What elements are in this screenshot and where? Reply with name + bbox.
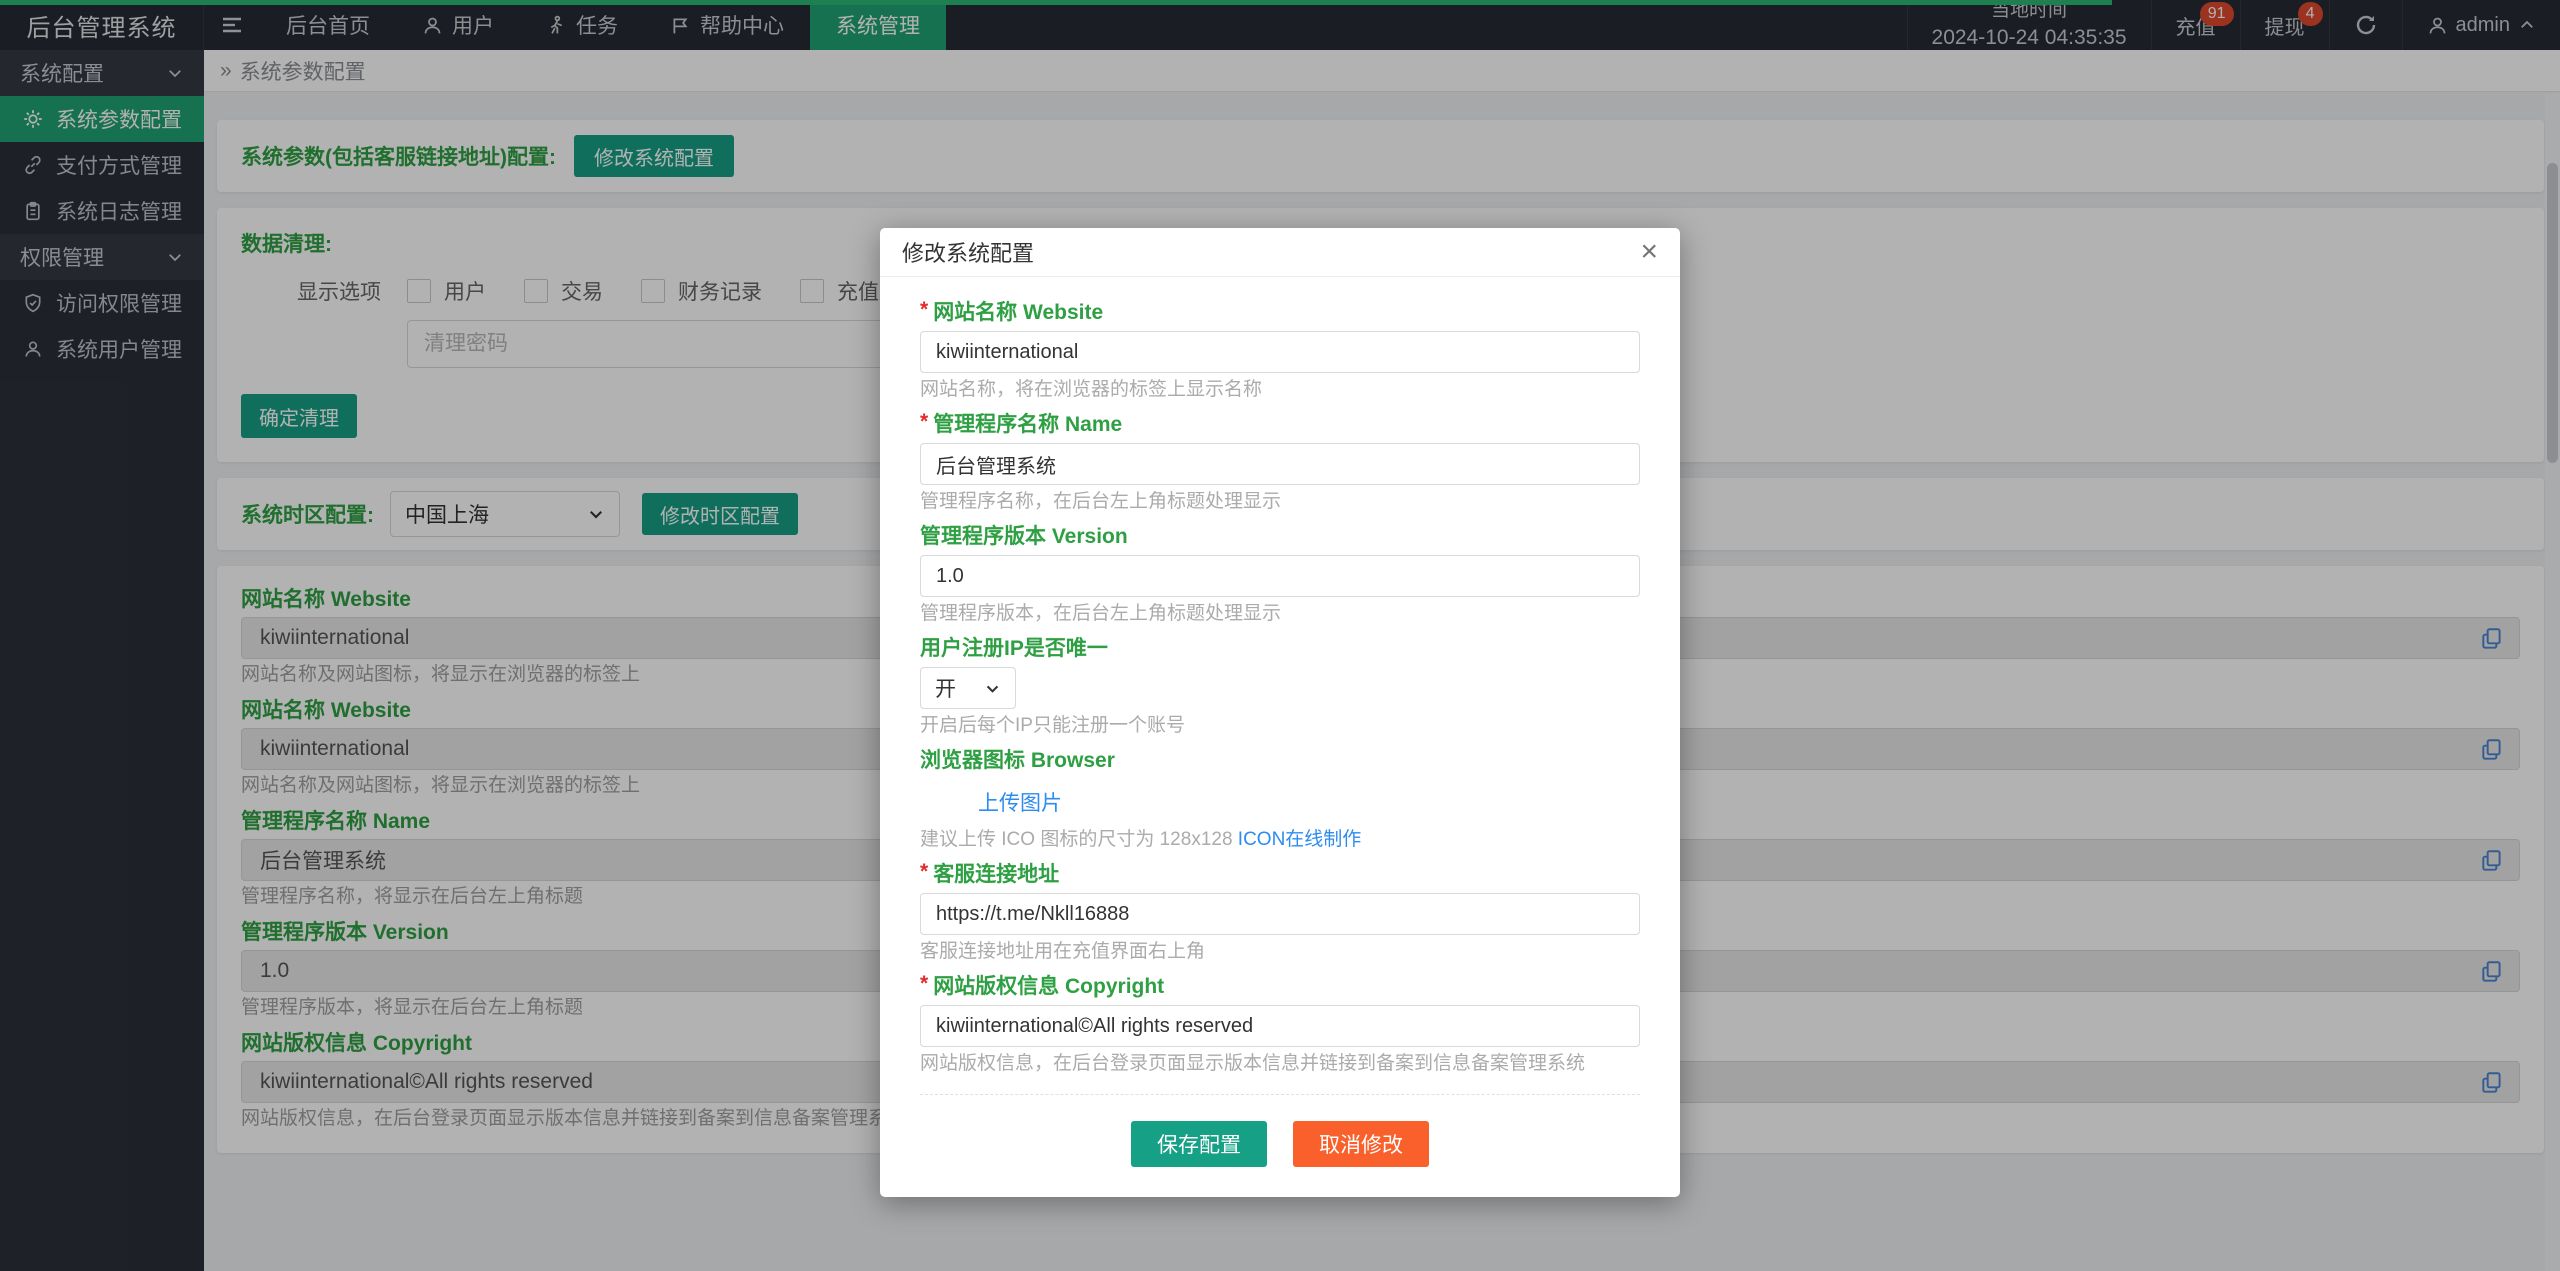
admin-version-input[interactable] (920, 555, 1640, 597)
close-icon[interactable]: × (1640, 237, 1658, 267)
chevron-down-icon (984, 680, 1001, 697)
field-label: 管理程序名称 Name (933, 413, 1123, 436)
field-label: 管理程序版本 Version (920, 525, 1128, 548)
field-label: 客服连接地址 (933, 863, 1060, 886)
unique-ip-select[interactable]: 开 (920, 667, 1016, 709)
field-help: 开启后每个IP只能注册一个账号 (920, 715, 1185, 736)
field-browser-icon: 浏览器图标 Browser 上传图片 建议上传 ICO 图标的尺寸为 128x1… (920, 749, 1640, 850)
cancel-modify-button[interactable]: 取消修改 (1293, 1121, 1429, 1167)
modal-body: * 网站名称 Website 网站名称，将在浏览器的标签上显示名称 * 管理程序… (880, 277, 1680, 1197)
field-help: 管理程序名称，在后台左上角标题处理显示 (920, 491, 1282, 512)
field-help: 管理程序版本，在后台左上角标题处理显示 (920, 603, 1282, 624)
modal-header: 修改系统配置 × (880, 228, 1680, 277)
ico-size-hint: 建议上传 ICO 图标的尺寸为 128x128 (920, 829, 1238, 850)
field-website-name: * 网站名称 Website 网站名称，将在浏览器的标签上显示名称 (920, 298, 1640, 400)
field-label: 浏览器图标 Browser (920, 749, 1115, 772)
field-admin-name: * 管理程序名称 Name 管理程序名称，在后台左上角标题处理显示 (920, 410, 1640, 512)
field-help: 网站名称，将在浏览器的标签上显示名称 (920, 379, 1263, 400)
field-label: 网站版权信息 Copyright (933, 975, 1165, 998)
save-config-button[interactable]: 保存配置 (1131, 1121, 1267, 1167)
field-copyright: * 网站版权信息 Copyright 网站版权信息，在后台登录页面显示版本信息并… (920, 972, 1640, 1074)
copyright-input[interactable] (920, 1005, 1640, 1047)
required-asterisk: * (920, 410, 929, 433)
website-name-input[interactable] (920, 331, 1640, 373)
field-help: 建议上传 ICO 图标的尺寸为 128x128 ICON在线制作 (920, 829, 1640, 850)
modal-title: 修改系统配置 (902, 241, 1035, 266)
modify-system-config-modal: 修改系统配置 × * 网站名称 Website 网站名称，将在浏览器的标签上显示… (880, 228, 1680, 1197)
icon-maker-link[interactable]: ICON在线制作 (1238, 829, 1362, 850)
required-asterisk: * (920, 298, 929, 321)
field-label: 网站名称 Website (933, 301, 1104, 324)
required-asterisk: * (920, 860, 929, 883)
field-help: 网站版权信息，在后台登录页面显示版本信息并链接到备案到信息备案管理系统 (920, 1053, 1586, 1074)
admin-name-input[interactable] (920, 443, 1640, 485)
required-asterisk: * (920, 972, 929, 995)
modal-footer: 保存配置 取消修改 (920, 1094, 1640, 1197)
upload-image-link[interactable]: 上传图片 (978, 787, 1062, 817)
unique-ip-value: 开 (935, 678, 956, 701)
field-unique-ip: 用户注册IP是否唯一 开 开启后每个IP只能注册一个账号 (920, 637, 1640, 736)
support-link-input[interactable] (920, 893, 1640, 935)
field-help: 客服连接地址用在充值界面右上角 (920, 941, 1206, 962)
field-label: 用户注册IP是否唯一 (920, 637, 1108, 660)
field-admin-version: 管理程序版本 Version 管理程序版本，在后台左上角标题处理显示 (920, 525, 1640, 624)
admin-app: 后台管理系统 后台首页 用户 任务 帮助中心 系统管理 当地时间 2024-10… (0, 0, 2560, 1271)
field-support-link: * 客服连接地址 客服连接地址用在充值界面右上角 (920, 860, 1640, 962)
